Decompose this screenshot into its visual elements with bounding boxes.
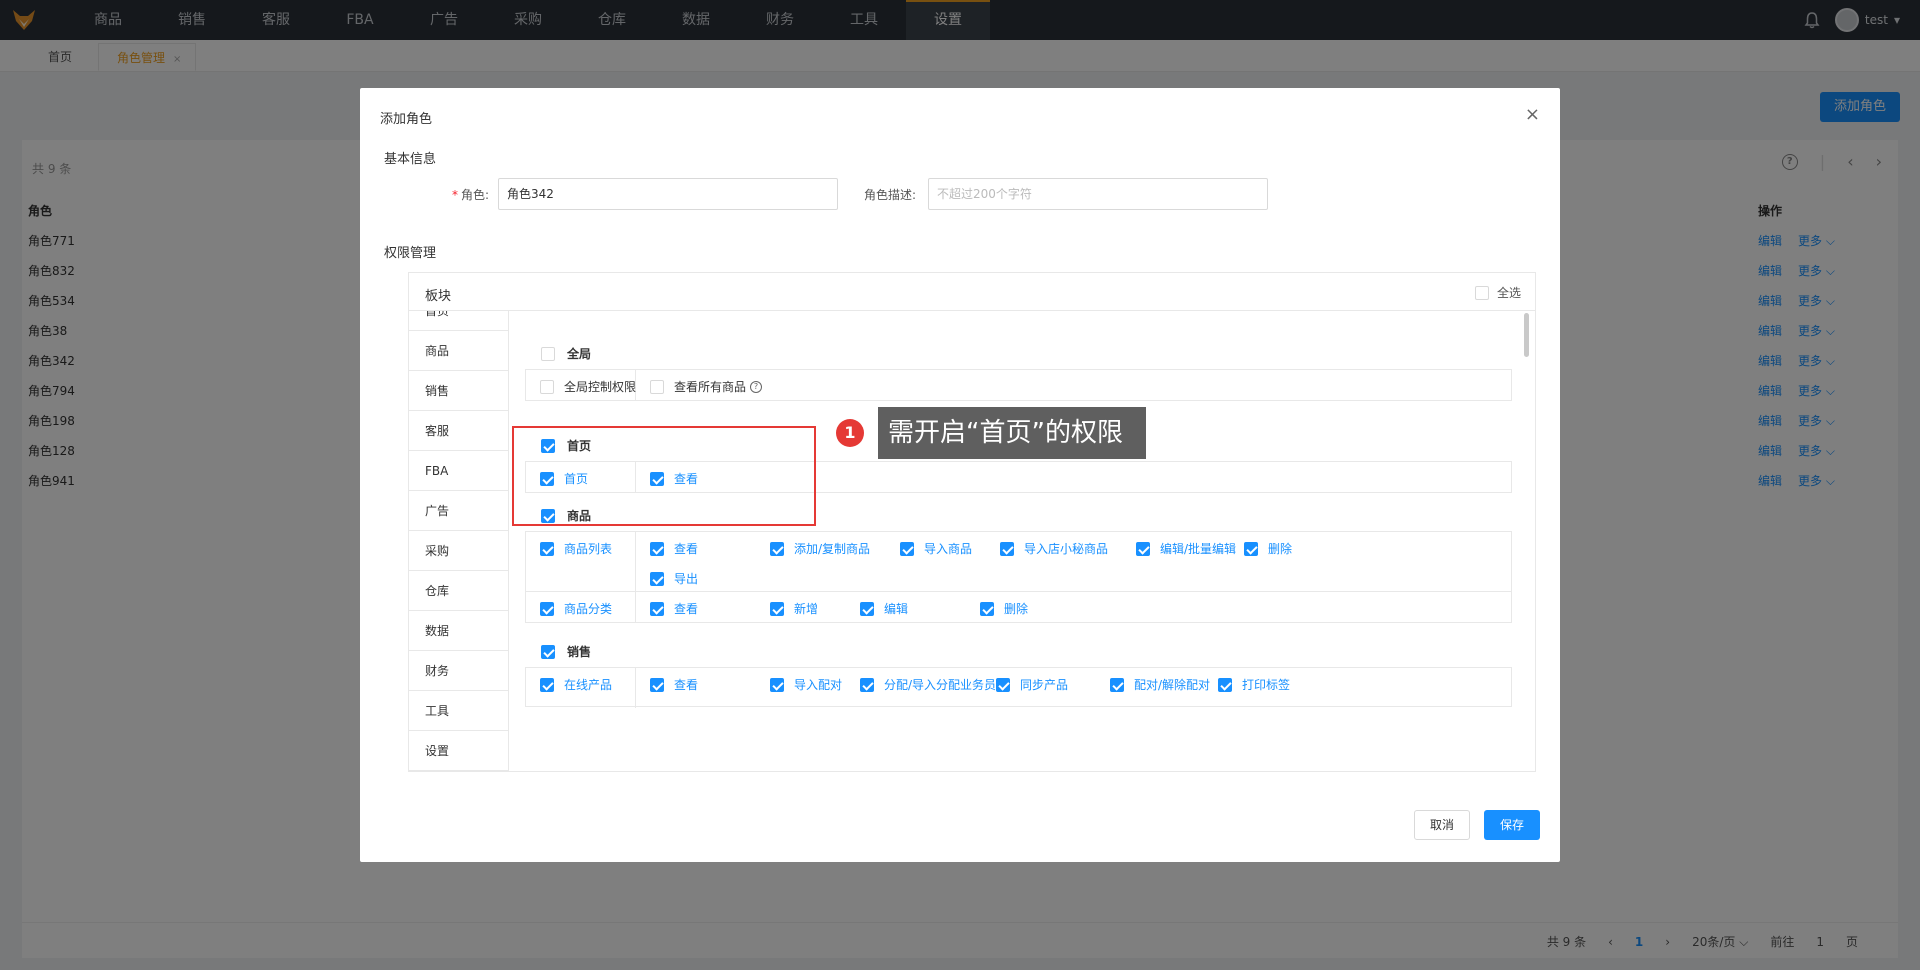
permission-checkbox[interactable]: 添加/复制商品 xyxy=(770,540,870,557)
permission-checkbox[interactable]: 导出 xyxy=(650,570,698,587)
sidebar-module-item[interactable]: 商品 xyxy=(409,331,508,371)
annotation-callout: 需开启“首页”的权限 xyxy=(878,407,1146,459)
role-label: * 角色: xyxy=(452,188,490,202)
goods-box: 商品列表 查看 添加/复制商品 导入商品 导入店小秘商品 编辑/批量编辑 删除 导出 商品分… xyxy=(525,531,1512,623)
block-header: 板块 xyxy=(425,289,452,304)
sidebar-module-item[interactable]: 财务 xyxy=(409,651,508,691)
sidebar-module-item[interactable]: 设置 xyxy=(409,731,508,771)
permission-checkbox[interactable]: 删除 xyxy=(1244,540,1292,557)
sidebar-module-item[interactable]: FBA xyxy=(409,451,508,491)
save-button[interactable]: 保存 xyxy=(1484,810,1540,840)
section-permissions: 权限管理 xyxy=(384,246,437,261)
permission-checkbox[interactable]: 删除 xyxy=(980,600,1028,617)
sidebar-module-item[interactable]: 销售 xyxy=(409,371,508,411)
sidebar-module-item[interactable]: 客服 xyxy=(409,411,508,451)
permission-checkbox[interactable]: 打印标签 xyxy=(1218,676,1290,693)
sidebar-module-item[interactable]: 首页 xyxy=(409,311,508,331)
sidebar-module-item[interactable]: 广告 xyxy=(409,491,508,531)
permission-checkbox[interactable]: 查看 xyxy=(650,600,698,617)
group-sales[interactable]: 销售 xyxy=(541,643,591,660)
permission-checkbox[interactable]: 编辑 xyxy=(860,600,908,617)
highlight-box xyxy=(512,426,816,526)
select-all-checkbox[interactable]: 全选 xyxy=(1474,284,1521,301)
dialog-title: 添加角色 xyxy=(380,112,433,127)
sidebar-module-item[interactable]: 采购 xyxy=(409,531,508,571)
question-icon[interactable]: ? xyxy=(750,380,763,393)
section-basic-info: 基本信息 xyxy=(384,152,437,167)
global-control-checkbox[interactable]: 全局控制权限 xyxy=(540,378,636,395)
module-sidebar: 首页 商品 销售 客服 FBA 广告 采购 仓库 数据 财务 工具 设置 xyxy=(409,311,509,771)
step-badge: 1 xyxy=(836,419,864,447)
permission-checkbox[interactable]: 查看 xyxy=(650,540,698,557)
goods-category-checkbox[interactable]: 商品分类 xyxy=(540,600,612,617)
role-desc-input[interactable]: 不超过200个字符 xyxy=(928,178,1268,210)
sidebar-module-item[interactable]: 数据 xyxy=(409,611,508,651)
permission-checkbox[interactable]: 查看 xyxy=(650,676,698,693)
role-name-input[interactable]: 角色342 xyxy=(498,178,838,210)
role-desc-label: 角色描述: xyxy=(864,188,917,202)
group-global[interactable]: 全局 xyxy=(541,345,591,362)
global-box: 全局控制权限 查看所有商品? xyxy=(525,369,1512,401)
permission-checkbox[interactable]: 编辑/批量编辑 xyxy=(1136,540,1236,557)
online-products-checkbox[interactable]: 在线产品 xyxy=(540,676,612,693)
permission-checkbox[interactable]: 分配/导入分配业务员 xyxy=(860,676,996,693)
permission-checkbox[interactable]: 导入商品 xyxy=(900,540,972,557)
goods-list-checkbox[interactable]: 商品列表 xyxy=(540,540,612,557)
sidebar-module-item[interactable]: 工具 xyxy=(409,691,508,731)
permission-checkbox[interactable]: 新增 xyxy=(770,600,818,617)
close-icon[interactable]: × xyxy=(1525,104,1540,125)
scrollbar[interactable] xyxy=(1524,313,1529,357)
permission-checkbox[interactable]: 导入配对 xyxy=(770,676,842,693)
sales-box: 在线产品 查看 导入配对 分配/导入分配业务员 同步产品 配对/解除配对 打印标签 xyxy=(525,667,1512,708)
permission-content: 全局 全局控制权限 查看所有商品? 首页 首页 查看 商品 商品列表 查看 添加… xyxy=(509,311,1535,771)
permission-checkbox[interactable]: 配对/解除配对 xyxy=(1110,676,1210,693)
cancel-button[interactable]: 取消 xyxy=(1414,810,1470,840)
sidebar-module-item[interactable]: 仓库 xyxy=(409,571,508,611)
permission-checkbox[interactable]: 导入店小秘商品 xyxy=(1000,540,1108,557)
permission-checkbox[interactable]: 同步产品 xyxy=(996,676,1068,693)
view-all-goods-checkbox[interactable]: 查看所有商品? xyxy=(650,378,763,395)
